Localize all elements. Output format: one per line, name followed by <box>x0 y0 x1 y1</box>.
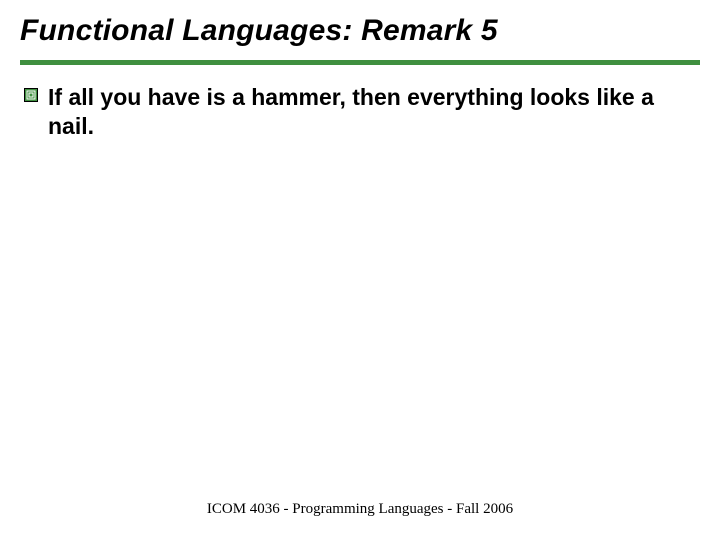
bullet-item: If all you have is a hammer, then everyt… <box>24 83 680 141</box>
square-bullet-icon <box>24 88 38 107</box>
slide-footer: ICOM 4036 - Programming Languages - Fall… <box>0 501 720 518</box>
slide: Functional Languages: Remark 5 If all yo… <box>0 0 720 540</box>
page-title: Functional Languages: Remark 5 <box>20 14 700 58</box>
content-area: If all you have is a hammer, then everyt… <box>20 65 700 141</box>
bullet-text: If all you have is a hammer, then everyt… <box>48 83 680 141</box>
